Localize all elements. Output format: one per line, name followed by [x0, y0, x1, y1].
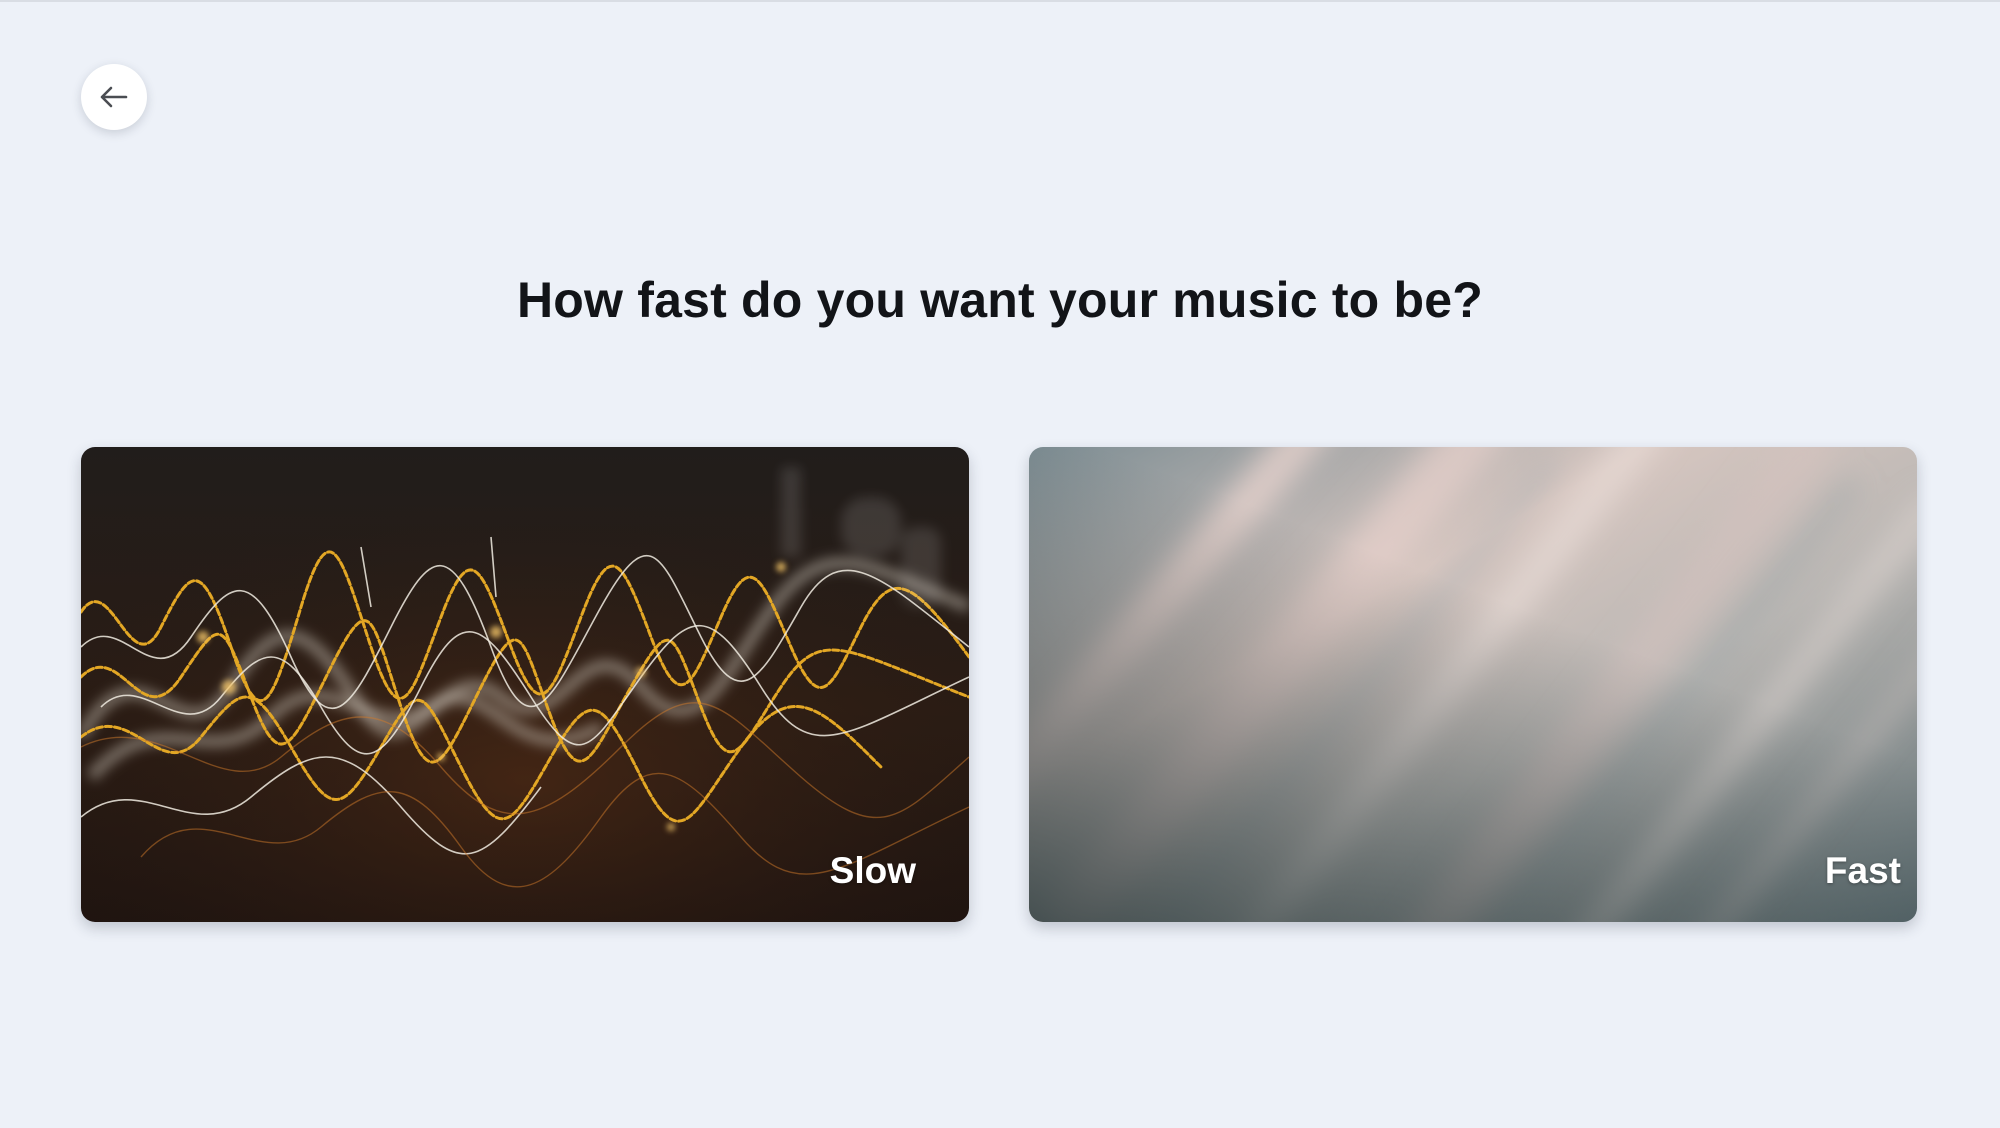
arrow-left-icon — [100, 86, 128, 108]
question-title: How fast do you want your music to be? — [517, 272, 1483, 328]
option-card-slow[interactable]: Slow — [81, 447, 969, 922]
option-label-slow: Slow — [829, 850, 916, 891]
option-label-fast: Fast — [1824, 850, 1901, 891]
top-divider — [0, 0, 2000, 2]
back-button[interactable] — [81, 64, 147, 130]
option-card-fast[interactable]: Fast — [1029, 447, 1917, 922]
motion-blur-image — [1029, 447, 1917, 922]
